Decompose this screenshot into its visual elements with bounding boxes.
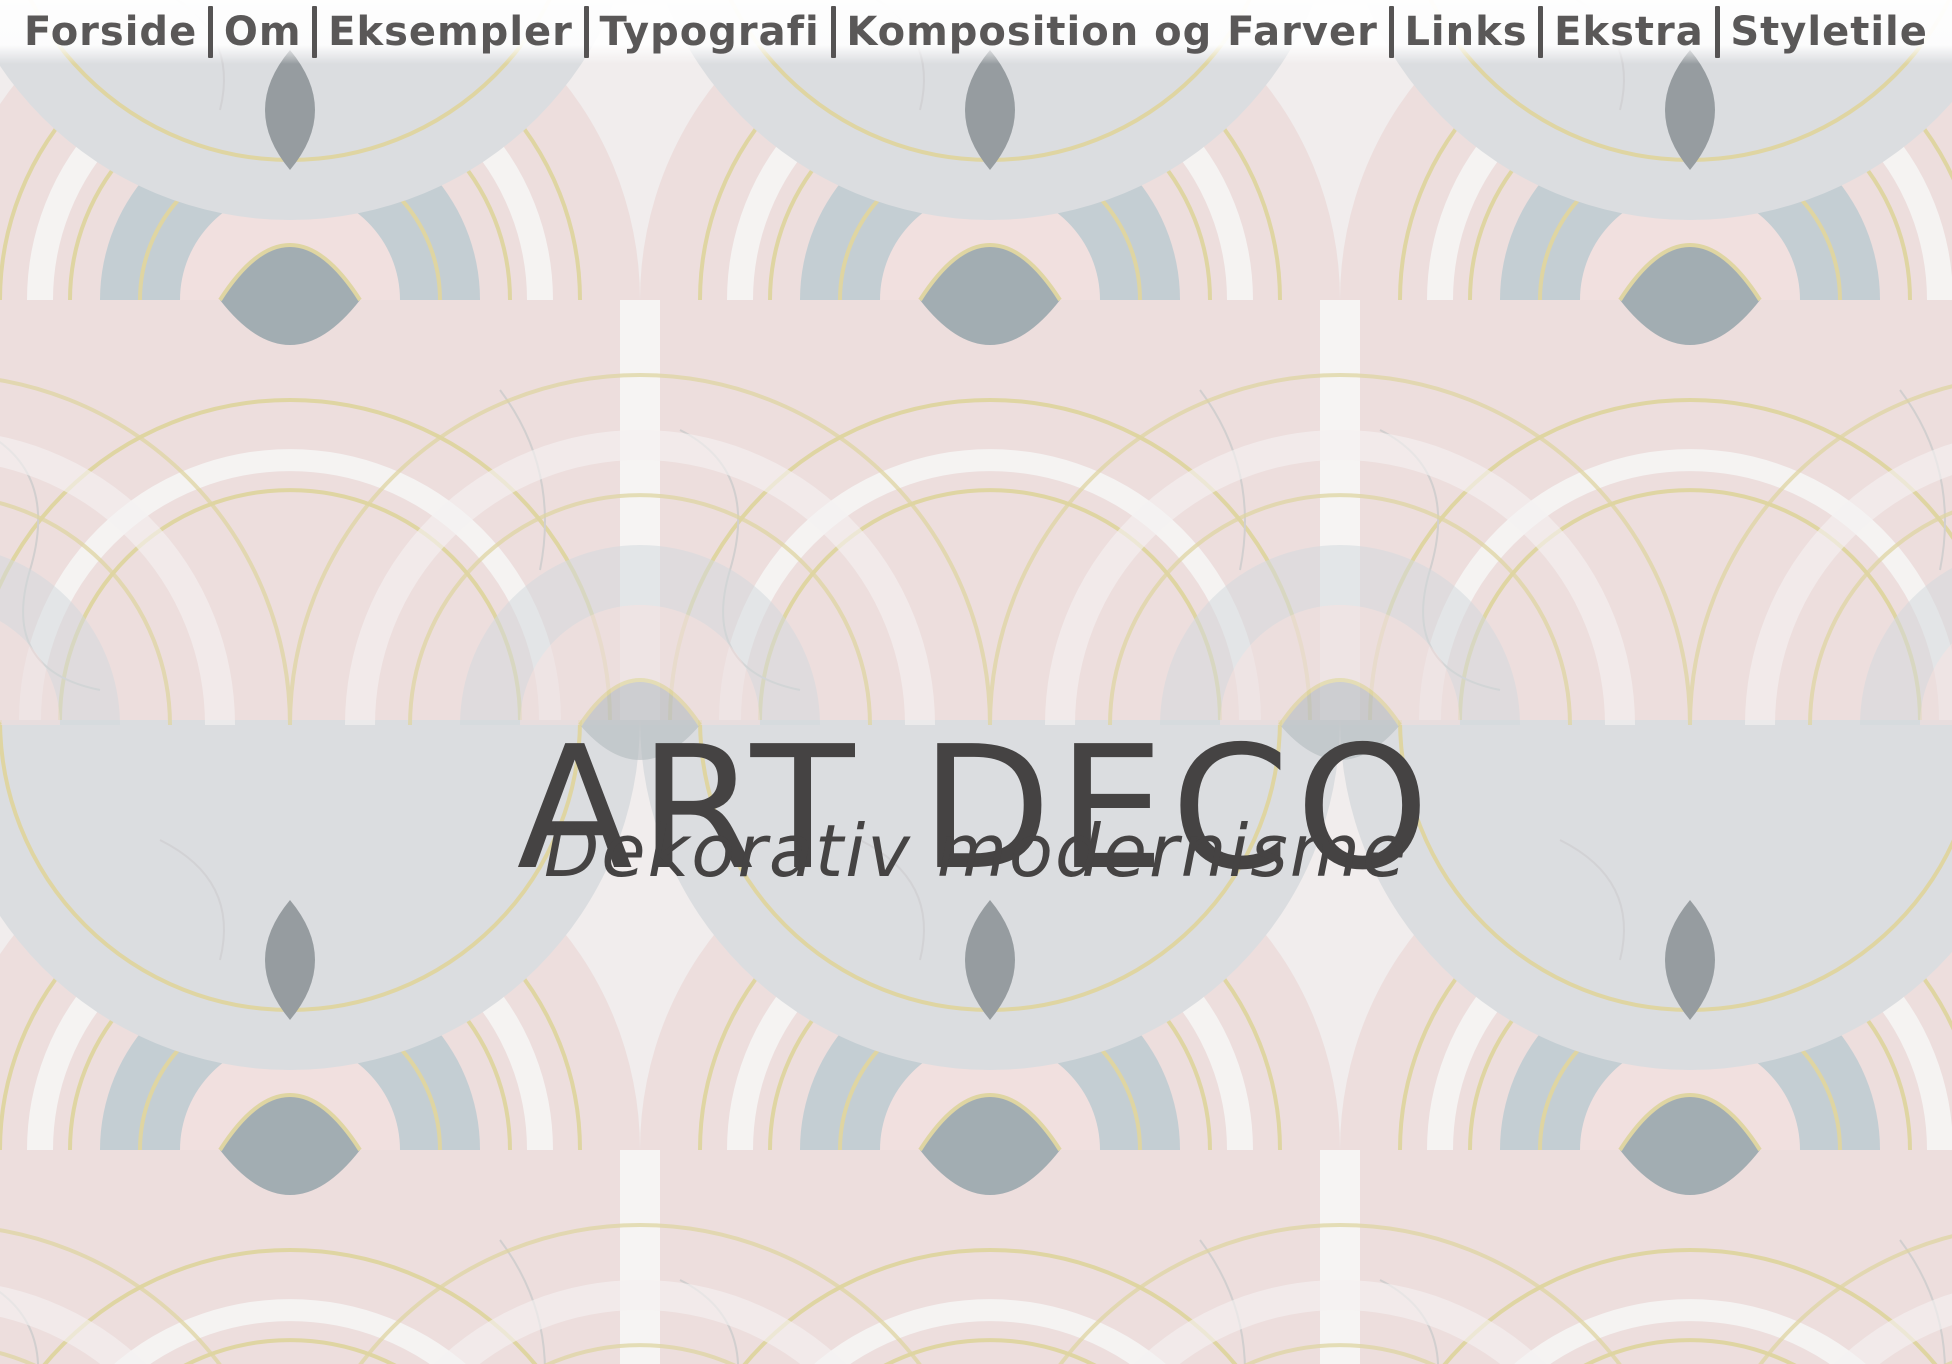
top-navigation: Forside Om Eksempler Typografi Kompositi… [0, 0, 1952, 64]
nav-separator [583, 6, 589, 58]
page: Forside Om Eksempler Typografi Kompositi… [0, 0, 1952, 1364]
background-wash [0, 0, 1952, 1364]
nav-item-forside[interactable]: Forside [24, 9, 197, 55]
nav-separator [1714, 6, 1720, 58]
nav-separator [312, 6, 318, 58]
nav-item-typografi[interactable]: Typografi [600, 9, 820, 55]
hero-subtitle: Dekorativ modernisme [543, 809, 1409, 893]
nav-item-komposition-og-farver[interactable]: Komposition og Farver [846, 9, 1377, 55]
nav-item-eksempler[interactable]: Eksempler [328, 9, 573, 55]
nav-item-links[interactable]: Links [1404, 9, 1527, 55]
nav-separator [1538, 6, 1544, 58]
nav-item-om[interactable]: Om [224, 9, 302, 55]
nav-separator [1388, 6, 1394, 58]
nav-item-styletile[interactable]: Styletile [1730, 9, 1928, 55]
nav-separator [208, 6, 214, 58]
nav-item-ekstra[interactable]: Ekstra [1554, 9, 1704, 55]
nav-separator [830, 6, 836, 58]
